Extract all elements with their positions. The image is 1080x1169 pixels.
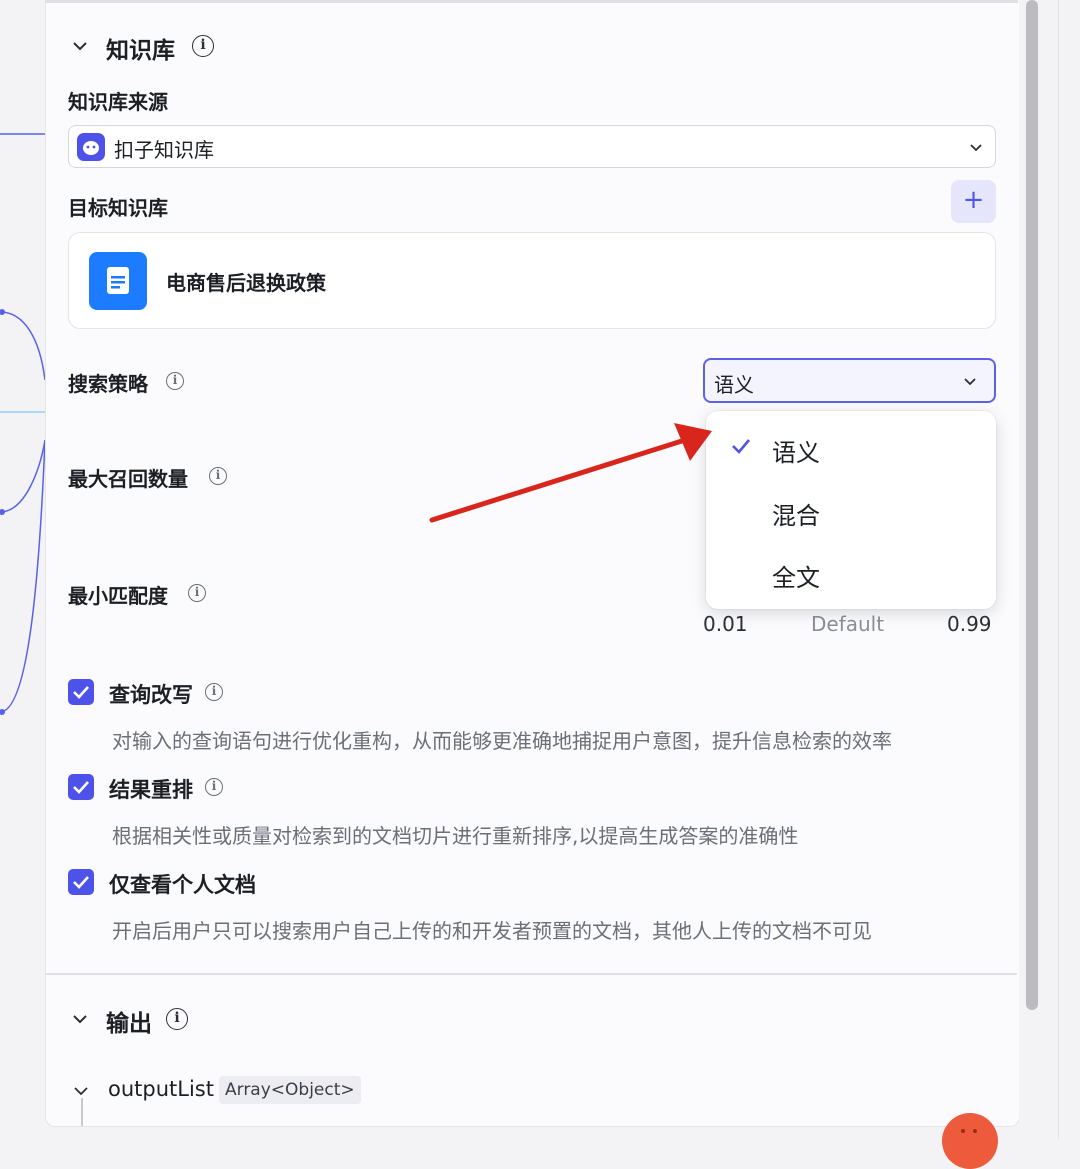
workflow-canvas-edge [0, 0, 45, 1139]
output-item-name: outputList [108, 1077, 214, 1101]
search-strategy-label: 搜索策略 [68, 372, 148, 396]
info-icon[interactable]: i [166, 1008, 188, 1030]
knowledge-item-card[interactable]: 电商售后退换政策 [68, 232, 996, 329]
dropdown-option-fulltext[interactable]: 全文 [772, 558, 820, 593]
info-icon[interactable]: i [205, 683, 223, 701]
chevron-down-icon [964, 378, 976, 386]
query-rewrite-checkbox[interactable] [68, 679, 94, 705]
search-strategy-dropdown: 语义 混合 全文 [706, 411, 996, 609]
coze-logo-icon [77, 133, 105, 161]
personal-docs-description: 开启后用户只可以搜索用户自己上传的和开发者预置的文档，其他人上传的文档不可见 [112, 919, 872, 943]
check-icon [732, 439, 750, 454]
info-icon[interactable]: i [188, 584, 206, 602]
check-icon [73, 781, 89, 794]
chevron-down-icon[interactable] [70, 36, 90, 56]
panel-top-border [45, 0, 1018, 3]
check-icon [73, 876, 89, 889]
annotation-arrow [429, 423, 712, 523]
query-rewrite-label: 查询改写 [109, 683, 193, 707]
dropdown-option-hybrid[interactable]: 混合 [772, 496, 820, 531]
knowledge-source-label: 知识库来源 [68, 90, 168, 114]
query-rewrite-description: 对输入的查询语句进行优化重构，从而能够更准确地捕捉用户意图，提升信息检索的效率 [112, 729, 892, 753]
assistant-avatar[interactable] [942, 1113, 998, 1169]
section-divider [46, 973, 1017, 975]
chevron-down-icon [970, 144, 982, 152]
info-icon[interactable]: i [209, 467, 227, 485]
scrollbar-thumb[interactable] [1026, 0, 1038, 1010]
search-strategy-value: 语义 [714, 373, 754, 397]
min-match-label: 最小匹配度 [68, 584, 168, 608]
max-recall-label: 最大召回数量 [68, 467, 188, 491]
avatar-eye [961, 1129, 965, 1133]
add-knowledge-button[interactable]: + [951, 180, 996, 223]
knowledge-source-value: 扣子知识库 [114, 138, 214, 162]
tree-connector [81, 1098, 83, 1126]
output-item-type-tag: Array<Object> [219, 1076, 361, 1104]
info-icon[interactable]: i [205, 778, 223, 796]
avatar-eye [973, 1129, 977, 1133]
personal-docs-label: 仅查看个人文档 [109, 873, 256, 897]
target-knowledge-label: 目标知识库 [68, 196, 168, 220]
rerank-description: 根据相关性或质量对检索到的文档切片进行重新排序,以提高生成答案的准确性 [112, 824, 799, 848]
window-edge [1058, 0, 1059, 1139]
knowledge-source-select[interactable]: 扣子知识库 [68, 125, 996, 168]
chevron-down-icon[interactable] [70, 1009, 90, 1029]
min-match-range-min: 0.01 [703, 612, 748, 636]
search-strategy-select[interactable]: 语义 [703, 358, 996, 403]
knowledge-section-title: 知识库 [106, 38, 175, 64]
rerank-checkbox[interactable] [68, 774, 94, 800]
check-icon [73, 686, 89, 699]
min-match-range-max: 0.99 [947, 612, 992, 636]
output-section-title: 输出 [106, 1011, 152, 1037]
info-icon[interactable]: i [192, 35, 214, 57]
document-icon [89, 252, 147, 310]
knowledge-item-name: 电商售后退换政策 [166, 271, 326, 295]
dropdown-option-semantic[interactable]: 语义 [772, 433, 820, 468]
info-icon[interactable]: i [166, 372, 184, 390]
rerank-label: 结果重排 [109, 778, 193, 802]
personal-docs-checkbox[interactable] [68, 869, 94, 895]
min-match-range-default: Default [811, 612, 885, 636]
